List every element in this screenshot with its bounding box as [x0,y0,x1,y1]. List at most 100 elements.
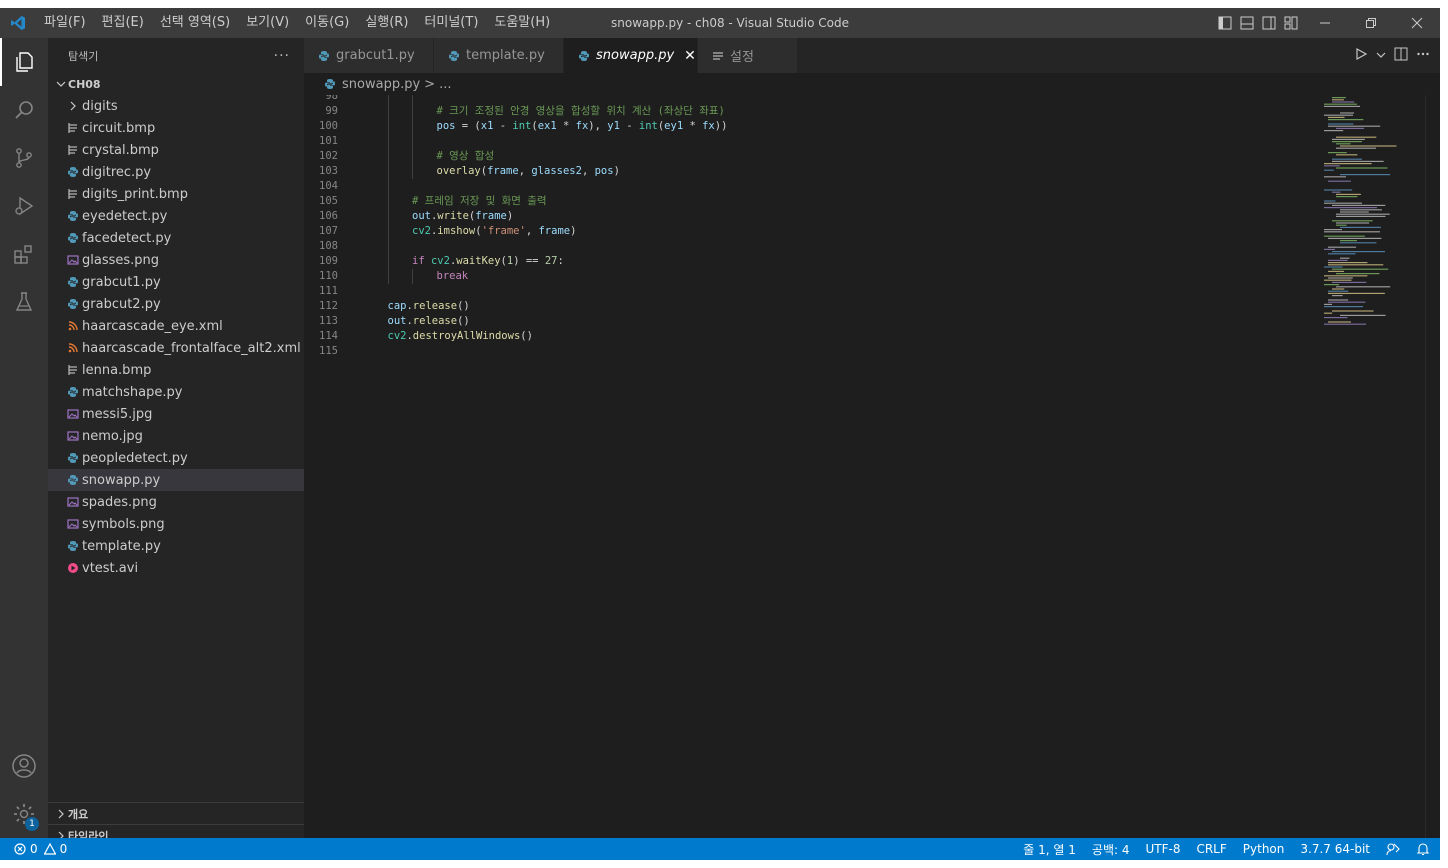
vscode-window: 파일(F) 편집(E) 선택 영역(S) 보기(V) 이동(G) 실행(R) 터미널(T) 도… [0,8,1440,860]
minimap-line [1328,125,1381,127]
search-icon[interactable] [0,86,48,134]
toggle-panel-icon[interactable] [1236,8,1258,38]
code-token: cv2 [430,255,450,267]
tree-file[interactable]: messi5.jpg [48,403,304,425]
minimap-line [1328,290,1349,292]
tree-file[interactable]: matchshape.py [48,381,304,403]
feedback-icon[interactable] [1386,842,1400,856]
extensions-icon[interactable] [0,230,48,278]
explorer-icon[interactable] [0,38,48,86]
tab-file[interactable]: grabcut1.py [304,38,434,73]
line-number: 98 [325,95,338,102]
tree-file[interactable]: symbols.png [48,513,304,535]
minimap-line [1332,288,1345,290]
tree-file[interactable]: spades.png [48,491,304,513]
indent-guide [412,119,413,134]
minimize-icon[interactable] [1302,8,1348,38]
tree-file[interactable]: lenna.bmp [48,359,304,381]
menu-item-6[interactable]: 터미널(T) [416,8,486,38]
minimap-line [1336,222,1370,224]
problems-indicator[interactable]: 0 0 [0,842,67,856]
end-of-line[interactable]: CRLF [1196,842,1226,856]
tree-file[interactable]: circuit.bmp [48,117,304,139]
minimap-line [1336,193,1361,195]
code-line: 103 overlay(frame, glasses2, pos) [304,164,1304,179]
toggle-secondary-sidebar-icon[interactable] [1258,8,1280,38]
menu-item-2[interactable]: 선택 영역(S) [152,8,238,38]
title-controls [1214,8,1440,38]
code-token: destroyAllWindows [412,330,521,342]
indentation[interactable]: 공백: 4 [1092,841,1130,858]
notifications-bell-icon[interactable] [1416,842,1430,856]
tree-file[interactable]: grabcut1.py [48,271,304,293]
run-debug-icon[interactable] [0,182,48,230]
run-dropdown-chevron-icon[interactable] [1376,48,1386,64]
chevron-right-icon [64,101,82,111]
close-window-icon[interactable] [1394,8,1440,38]
indent-guide [387,95,389,104]
toggle-sidebar-icon[interactable] [1214,8,1236,38]
code-editor[interactable]: 98 99 # 크기 조정된 안경 영상을 합성할 위치 계산 (좌상단 좌표) 10… [304,95,1440,838]
tree-file[interactable]: template.py [48,535,304,557]
tab-file[interactable]: snowapp.py ✕ [564,38,698,73]
breadcrumb-symbols[interactable]: ... [439,77,451,92]
source-control-icon[interactable] [0,134,48,182]
menu-item-7[interactable]: 도움말(H) [486,8,558,38]
folder-ch08[interactable]: CH08 [48,73,304,95]
tree-file[interactable]: haarcascade_frontalface_alt2.xml [48,337,304,359]
tree-folder[interactable]: digits [48,95,304,117]
outline-section[interactable]: 개요 [48,802,304,824]
code-text: cap.release() [388,299,470,314]
menu-item-5[interactable]: 실행(R) [357,8,416,38]
minimap-line [1324,105,1361,107]
tree-file[interactable]: vtest.avi [48,557,304,579]
minimap-line [1328,321,1351,323]
tab-settings[interactable]: 설정 [698,38,798,73]
code-line: 100 pos = (x1 - int(ex1 * fx), y1 - int(e… [304,119,1304,134]
run-python-icon[interactable] [1354,47,1368,65]
accounts-icon[interactable] [0,742,48,790]
indent-guide [387,134,389,149]
minimap[interactable] [1322,95,1422,335]
minimap-line [1332,251,1386,253]
tree-file[interactable]: peopledetect.py [48,447,304,469]
code-token: if [412,255,425,267]
encoding[interactable]: UTF-8 [1145,842,1180,856]
more-actions-icon[interactable] [1416,47,1430,65]
menu-item-4[interactable]: 이동(G) [297,8,357,38]
manage-gear-icon[interactable]: 1 [0,790,48,838]
menu-item-0[interactable]: 파일(F) [36,8,94,38]
split-editor-icon[interactable] [1394,47,1408,65]
explorer-more-button[interactable]: ··· [274,48,290,64]
customize-layout-icon[interactable] [1280,8,1302,38]
python-interpreter[interactable]: 3.7.7 64-bit [1300,842,1370,856]
breadcrumb-file[interactable]: snowapp.py [342,77,420,92]
tree-item-label: symbols.png [82,516,165,532]
language-mode[interactable]: Python [1243,842,1285,856]
tree-file[interactable]: nemo.jpg [48,425,304,447]
tree-file[interactable]: crystal.bmp [48,139,304,161]
code-text: overlay(frame, glasses2, pos) [437,164,620,179]
tree-item-label: grabcut1.py [82,274,161,290]
minimap-line [1328,259,1348,261]
tree-item-label: crystal.bmp [82,142,159,158]
tree-file[interactable]: glasses.png [48,249,304,271]
menu-item-1[interactable]: 편집(E) [94,8,152,38]
close-tab-icon[interactable]: ✕ [684,48,696,64]
tree-file[interactable]: digitrec.py [48,161,304,183]
indent-guide [412,149,413,164]
minimap-line [1340,242,1377,244]
tree-file[interactable]: digits_print.bmp [48,183,304,205]
tree-file[interactable]: facedetect.py [48,227,304,249]
tree-file[interactable]: eyedetect.py [48,205,304,227]
tree-file[interactable]: haarcascade_eye.xml [48,315,304,337]
vertical-scrollbar[interactable] [1425,95,1440,838]
cursor-position[interactable]: 줄 1, 열 1 [1023,841,1076,858]
restore-icon[interactable] [1348,8,1394,38]
testing-flask-icon[interactable] [0,278,48,326]
menu-item-3[interactable]: 보기(V) [238,8,297,38]
tree-file[interactable]: grabcut2.py [48,293,304,315]
tab-file[interactable]: template.py [434,38,564,73]
python-file-icon [64,386,82,398]
tree-file[interactable]: snowapp.py [48,469,304,491]
